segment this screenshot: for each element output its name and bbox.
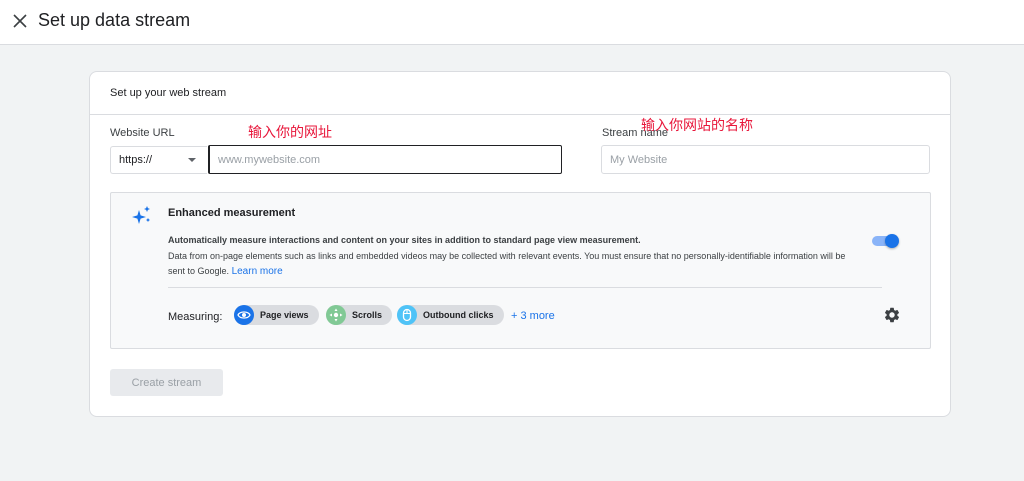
chip-scrolls[interactable]: Scrolls — [326, 305, 393, 325]
enhanced-description: Data from on-page elements such as links… — [168, 249, 858, 279]
mouse-icon — [397, 305, 417, 325]
website-url-input[interactable] — [208, 145, 562, 174]
chevron-down-icon — [188, 158, 196, 162]
protocol-select[interactable]: https:// — [110, 146, 207, 174]
measuring-label: Measuring: — [168, 311, 223, 323]
more-events-link[interactable]: + 3 more — [511, 310, 555, 322]
sparkle-icon — [132, 206, 150, 224]
toggle-thumb — [885, 234, 899, 248]
chip-page-views[interactable]: Page views — [234, 305, 319, 325]
crosshair-icon — [326, 305, 346, 325]
chip-label: Page views — [260, 310, 309, 320]
card-title: Set up your web stream — [110, 87, 227, 99]
gear-icon[interactable] — [883, 306, 901, 324]
website-url-label: Website URL — [110, 127, 175, 139]
page-title: Set up data stream — [38, 10, 191, 30]
top-bar: Set up data stream — [0, 0, 1024, 45]
chip-outbound-clicks[interactable]: Outbound clicks — [397, 305, 504, 325]
learn-more-link[interactable]: Learn more — [232, 266, 283, 277]
web-stream-card: Set up your web stream Website URL 输入你的网… — [89, 71, 951, 417]
chip-label: Scrolls — [352, 310, 383, 320]
stream-name-input[interactable] — [601, 145, 930, 174]
enhanced-measurement-panel: Enhanced measurement Automatically measu… — [110, 192, 931, 349]
enhanced-measurement-toggle[interactable] — [872, 234, 900, 248]
create-stream-button[interactable]: Create stream — [110, 369, 223, 396]
protocol-value: https:// — [119, 154, 153, 166]
close-icon — [13, 14, 27, 28]
name-annotation: 输入你网站的名称 — [641, 117, 753, 133]
card-header: Set up your web stream — [90, 72, 950, 115]
eye-icon — [234, 305, 254, 325]
chip-label: Outbound clicks — [423, 310, 494, 320]
enhanced-measurement-title: Enhanced measurement — [168, 207, 296, 219]
close-button[interactable] — [9, 10, 31, 32]
enhanced-description-bold: Automatically measure interactions and c… — [168, 235, 641, 245]
divider — [168, 287, 882, 288]
url-annotation: 输入你的网址 — [248, 124, 332, 140]
